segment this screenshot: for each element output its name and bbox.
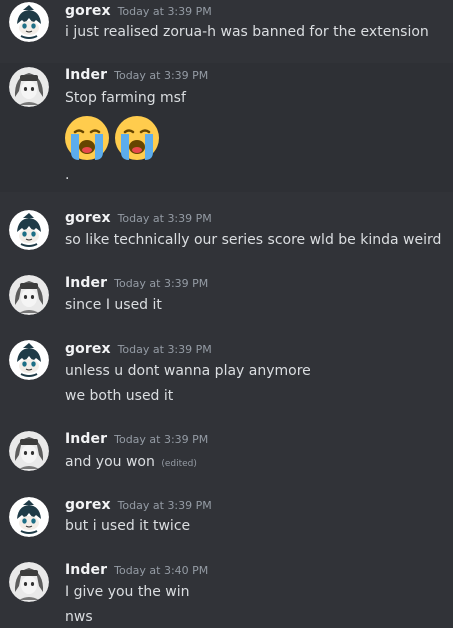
message-text: and you won (edited) xyxy=(65,454,197,470)
username[interactable]: Inder xyxy=(65,275,107,291)
username[interactable]: Inder xyxy=(65,562,107,578)
timestamp[interactable]: Today at 3:39 PM xyxy=(118,343,212,356)
username[interactable]: gorex xyxy=(65,341,111,357)
avatar-gorex[interactable] xyxy=(9,2,49,42)
message-text-content: and you won xyxy=(65,454,155,470)
message-text: nws xyxy=(65,609,93,625)
timestamp[interactable]: Today at 3:39 PM xyxy=(118,499,212,512)
message-group: Inder Today at 3:39 PM and you won (edit… xyxy=(0,427,453,482)
username[interactable]: Inder xyxy=(65,67,107,83)
emoji-row xyxy=(63,114,161,162)
message-group: gorex Today at 3:39 PM i just realised z… xyxy=(0,0,453,60)
message-text: I give you the win xyxy=(65,584,190,600)
message-text: . xyxy=(65,167,70,183)
message-text: so like technically our series score wld… xyxy=(65,232,442,248)
avatar-inder[interactable] xyxy=(9,275,49,315)
message-group: Inder Today at 3:39 PM since I used it xyxy=(0,270,453,325)
avatar-gorex[interactable] xyxy=(9,210,49,250)
message-group: gorex Today at 3:39 PM unless u dont wan… xyxy=(0,336,453,416)
message-text: but i used it twice xyxy=(65,518,191,534)
avatar-inder[interactable] xyxy=(9,431,49,471)
timestamp[interactable]: Today at 3:39 PM xyxy=(118,5,212,18)
timestamp[interactable]: Today at 3:39 PM xyxy=(118,212,212,225)
message-group: Inder Today at 3:40 PM I give you the wi… xyxy=(0,557,453,628)
message-group: gorex Today at 3:39 PM but i used it twi… xyxy=(0,492,453,547)
message-text: since I used it xyxy=(65,297,162,313)
avatar-inder[interactable] xyxy=(9,67,49,107)
timestamp[interactable]: Today at 3:39 PM xyxy=(114,69,208,82)
message-group: Inder Today at 3:39 PM Stop farming msf … xyxy=(0,63,453,192)
message-group: gorex Today at 3:39 PM so like technical… xyxy=(0,205,453,260)
avatar-inder[interactable] xyxy=(9,562,49,602)
message-text: i just realised zorua-h was banned for t… xyxy=(65,24,429,40)
edited-label: (edited) xyxy=(161,459,197,469)
username[interactable]: gorex xyxy=(65,210,111,226)
username[interactable]: gorex xyxy=(65,497,111,513)
loudly-crying-face-icon xyxy=(65,116,109,160)
timestamp[interactable]: Today at 3:39 PM xyxy=(114,433,208,446)
timestamp[interactable]: Today at 3:39 PM xyxy=(114,277,208,290)
avatar-gorex[interactable] xyxy=(9,497,49,537)
message-text: Stop farming msf xyxy=(65,90,186,106)
loudly-crying-face-icon xyxy=(115,116,159,160)
username[interactable]: gorex xyxy=(65,3,111,19)
username[interactable]: Inder xyxy=(65,431,107,447)
avatar-gorex[interactable] xyxy=(9,340,49,380)
message-text: we both used it xyxy=(65,388,174,404)
message-text: unless u dont wanna play anymore xyxy=(65,363,311,379)
timestamp[interactable]: Today at 3:40 PM xyxy=(114,564,208,577)
